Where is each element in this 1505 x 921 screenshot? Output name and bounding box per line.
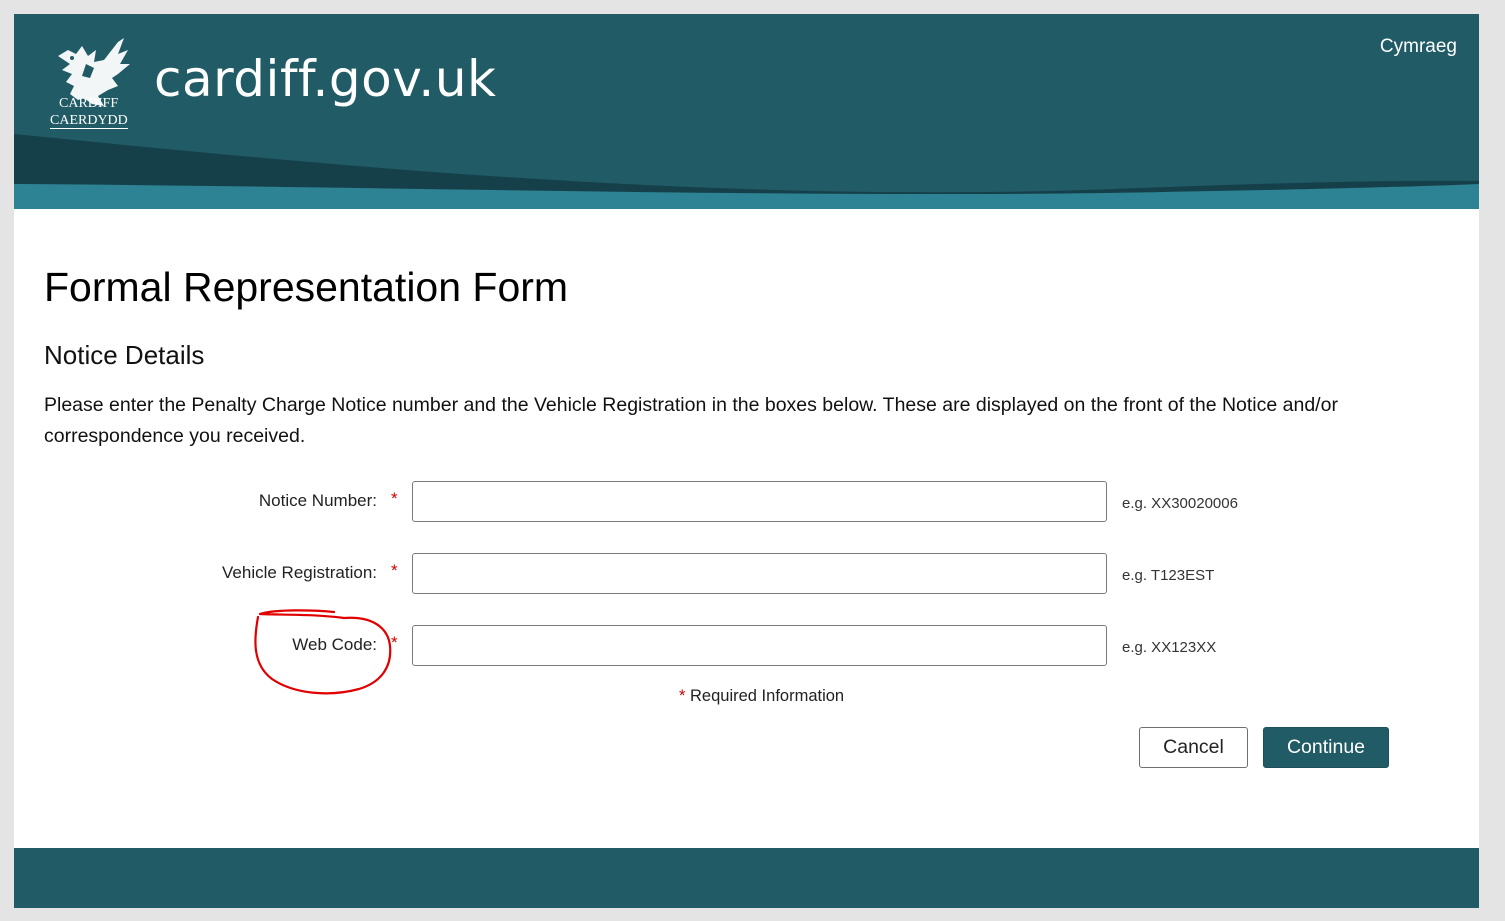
notice-number-row: Notice Number: * e.g. XX30020006 — [14, 481, 1479, 522]
section-title: Notice Details — [44, 340, 205, 370]
required-asterisk: * — [391, 633, 398, 652]
continue-button[interactable]: Continue — [1263, 727, 1389, 768]
vehicle-registration-input[interactable] — [412, 553, 1107, 594]
web-code-label: Web Code: — [292, 635, 377, 654]
web-code-hint: e.g. XX123XX — [1122, 639, 1217, 656]
site-name: cardiff.gov.uk — [154, 50, 497, 108]
notice-number-input[interactable] — [412, 481, 1107, 522]
intro-text: Please enter the Penalty Charge Notice n… — [44, 394, 1338, 447]
site-header: CARDIFF CAERDYDD cardiff.gov.uk Cymraeg — [14, 14, 1479, 209]
required-asterisk: * — [391, 489, 398, 508]
welsh-language-link[interactable]: Cymraeg — [1380, 36, 1457, 58]
cancel-button[interactable]: Cancel — [1139, 727, 1248, 768]
page-title: Formal Representation Form — [44, 264, 569, 310]
notice-number-hint: e.g. XX30020006 — [1122, 495, 1238, 512]
page-frame: CARDIFF CAERDYDD cardiff.gov.uk Cymraeg … — [14, 14, 1479, 908]
notice-number-label: Notice Number: — [258, 491, 377, 510]
header-wave-decoration — [14, 134, 1479, 209]
required-information-note: * Required Information — [679, 687, 844, 706]
web-code-row: Web Code: * e.g. XX123XX — [14, 625, 1479, 666]
site-footer — [14, 848, 1479, 908]
required-asterisk: * — [679, 687, 686, 705]
web-code-input[interactable] — [412, 625, 1107, 666]
vehicle-registration-hint: e.g. T123EST — [1122, 567, 1215, 584]
vehicle-registration-label: Vehicle Registration: — [222, 563, 377, 582]
logo-text-english: CARDIFF — [59, 96, 119, 111]
vehicle-registration-row: Vehicle Registration: * e.g. T123EST — [14, 553, 1479, 594]
logo-text-welsh: CAERDYDD — [50, 113, 128, 129]
required-information-text: Required Information — [690, 687, 845, 705]
required-asterisk: * — [391, 561, 398, 580]
